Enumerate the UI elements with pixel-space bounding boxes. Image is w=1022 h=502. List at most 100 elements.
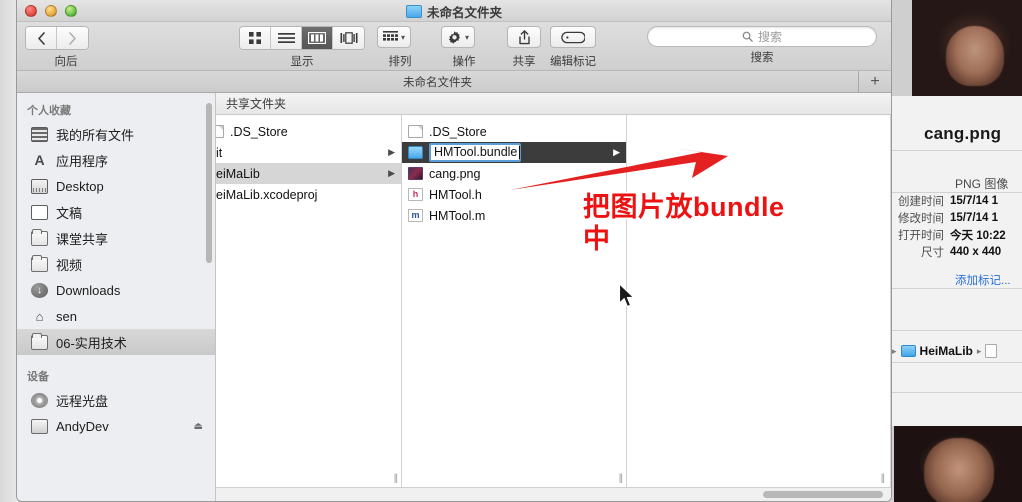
item-label: eiMaLib <box>216 166 260 181</box>
column-resizer[interactable]: || <box>619 473 623 484</box>
chevron-right-icon: ▸ <box>976 345 982 356</box>
metadata-row: 尺寸 440 x 440 <box>888 243 1022 260</box>
list-view-button[interactable] <box>271 27 302 49</box>
documents-icon <box>31 204 48 220</box>
horizontal-scrollbar[interactable] <box>216 487 891 501</box>
divider <box>888 362 1022 363</box>
share-icon <box>518 29 530 44</box>
sidebar-item-label: 视频 <box>56 257 83 273</box>
item-label: eiMaLib.xcodeproj <box>216 187 318 202</box>
back-button[interactable] <box>26 27 57 49</box>
coverflow-view-button[interactable] <box>333 27 364 49</box>
sidebar-item-documents[interactable]: 文稿 <box>17 199 215 225</box>
metadata-value: 15/7/14 1 <box>950 194 998 207</box>
metadata-value: 440 x 440 <box>950 245 1002 258</box>
columns-row: .DS_Store it ▶ eiMaLib ▶ eiMaLib.xcodepr… <box>216 115 891 487</box>
action-button[interactable]: ▾ <box>441 26 476 48</box>
background-path-label: HeiMaLib <box>919 344 973 358</box>
edit-tags-label: 编辑标记 <box>550 56 596 68</box>
folder-icon <box>31 254 48 272</box>
list-item-renaming[interactable]: HMTool.bundle ▶ <box>402 142 626 163</box>
eject-icon[interactable]: ⏏ <box>194 421 203 432</box>
sidebar-item-sen[interactable]: ⌂ sen <box>17 303 215 329</box>
folder-icon <box>31 332 48 350</box>
view-mode-segmented[interactable] <box>239 26 365 50</box>
sidebar-item-downloads[interactable]: ↓ Downloads <box>17 277 215 303</box>
search-input[interactable]: 搜索 <box>647 26 877 47</box>
sidebar-item-label: 远程光盘 <box>56 393 109 409</box>
scrollbar-thumb[interactable] <box>763 491 883 498</box>
metadata-row: 打开时间 今天 10:22 <box>888 226 1022 243</box>
list-item[interactable]: it ▶ <box>216 142 401 163</box>
sidebar-item-andydev[interactable]: AndyDev ⏏ <box>17 413 215 439</box>
search-placeholder: 搜索 <box>757 30 782 44</box>
rename-input[interactable]: HMTool.bundle <box>429 143 522 162</box>
arrange-button[interactable]: ▾ <box>377 26 412 48</box>
item-label: HMTool.h <box>429 187 482 202</box>
arrange-label: 排列 <box>388 56 412 68</box>
sidebar-section-favorites-header: 个人收藏 <box>27 105 71 117</box>
toolbar: 向后 显示 ▾ 排列 ▾ 操作 共享 编辑标记 搜索 搜索 <box>17 22 891 71</box>
sidebar-item-label: 我的所有文件 <box>56 127 135 143</box>
search-area: 搜索 搜索 <box>647 26 877 64</box>
forward-button[interactable] <box>57 27 88 49</box>
sidebar-item-all-my-files[interactable]: 我的所有文件 <box>17 121 215 147</box>
list-item[interactable]: eiMaLib.xcodeproj <box>216 184 401 205</box>
divider <box>888 330 1022 331</box>
annotation-text: 把图片放bundle 中 <box>581 190 785 256</box>
divider <box>888 150 1022 151</box>
columns-icon <box>308 32 326 44</box>
column-view-button[interactable] <box>302 27 333 49</box>
all-files-icon <box>31 126 48 142</box>
list-item[interactable]: eiMaLib ▶ <box>216 163 401 184</box>
list-item[interactable]: .DS_Store <box>216 121 401 142</box>
share-label: 共享 <box>512 56 536 68</box>
sidebar-item-desktop[interactable]: Desktop <box>17 173 215 199</box>
list-item[interactable]: cang.png <box>402 163 626 184</box>
item-label: HMTool.m <box>429 208 486 223</box>
item-label: cang.png <box>429 166 481 181</box>
source-file-icon: m <box>408 209 423 222</box>
preview-kind: PNG 图像 <box>955 177 1009 191</box>
item-label: it <box>216 145 223 160</box>
search-label: 搜索 <box>750 52 774 64</box>
sidebar-item-06-practical-tech[interactable]: 06-实用技术 <box>17 329 215 355</box>
new-tab-button[interactable]: + <box>859 71 891 92</box>
column-resizer[interactable]: || <box>394 473 398 484</box>
item-label: .DS_Store <box>230 124 288 139</box>
chevron-right-icon: ▶ <box>388 168 395 178</box>
image-icon <box>408 167 423 180</box>
sidebar-scrollbar[interactable] <box>206 103 212 263</box>
document-icon <box>408 125 423 138</box>
divider <box>888 392 1022 393</box>
sidebar-separator <box>17 355 215 365</box>
metadata-key: 尺寸 <box>921 246 944 259</box>
metadata-value: 15/7/14 1 <box>950 211 998 224</box>
icon-view-button[interactable] <box>240 27 271 49</box>
search-icon <box>742 31 753 42</box>
sidebar-item-classroom-share[interactable]: 课堂共享 <box>17 225 215 251</box>
column-resizer[interactable]: || <box>881 473 885 484</box>
sidebar-item-remote-disc[interactable]: 远程光盘 <box>17 387 215 413</box>
tab-label: 未命名文件夹 <box>403 76 472 89</box>
share-button[interactable] <box>507 26 541 48</box>
column-2: .DS_Store HMTool.bundle ▶ cang.png h HMT… <box>402 115 627 487</box>
nav-label: 向后 <box>54 56 78 68</box>
nav-buttons[interactable] <box>25 26 89 50</box>
sidebar: 个人收藏 我的所有文件 A 应用程序 Desktop 文稿 课堂共享 视频 ↓ … <box>17 93 216 501</box>
coverflow-icon <box>340 32 357 44</box>
edit-tags-button[interactable] <box>550 26 596 48</box>
chevron-down-icon: ▾ <box>465 32 470 42</box>
sidebar-item-applications[interactable]: A 应用程序 <box>17 147 215 173</box>
action-label: 操作 <box>452 56 476 68</box>
list-item[interactable]: .DS_Store <box>402 121 626 142</box>
tab-untitled-folder[interactable]: 未命名文件夹 <box>17 71 859 92</box>
document-icon <box>216 125 224 138</box>
add-tags-link[interactable]: 添加标记... <box>955 272 1011 288</box>
column-browser: 共享文件夹 .DS_Store it ▶ eiMaLib ▶ eiMaLib.x… <box>216 93 891 501</box>
chevron-right-icon: ▸ <box>892 345 897 356</box>
metadata-row: 创建时间 15/7/14 1 <box>888 192 1022 209</box>
folder-blue-icon <box>408 146 423 159</box>
sidebar-item-videos[interactable]: 视频 <box>17 251 215 277</box>
applications-icon: A <box>34 151 45 168</box>
